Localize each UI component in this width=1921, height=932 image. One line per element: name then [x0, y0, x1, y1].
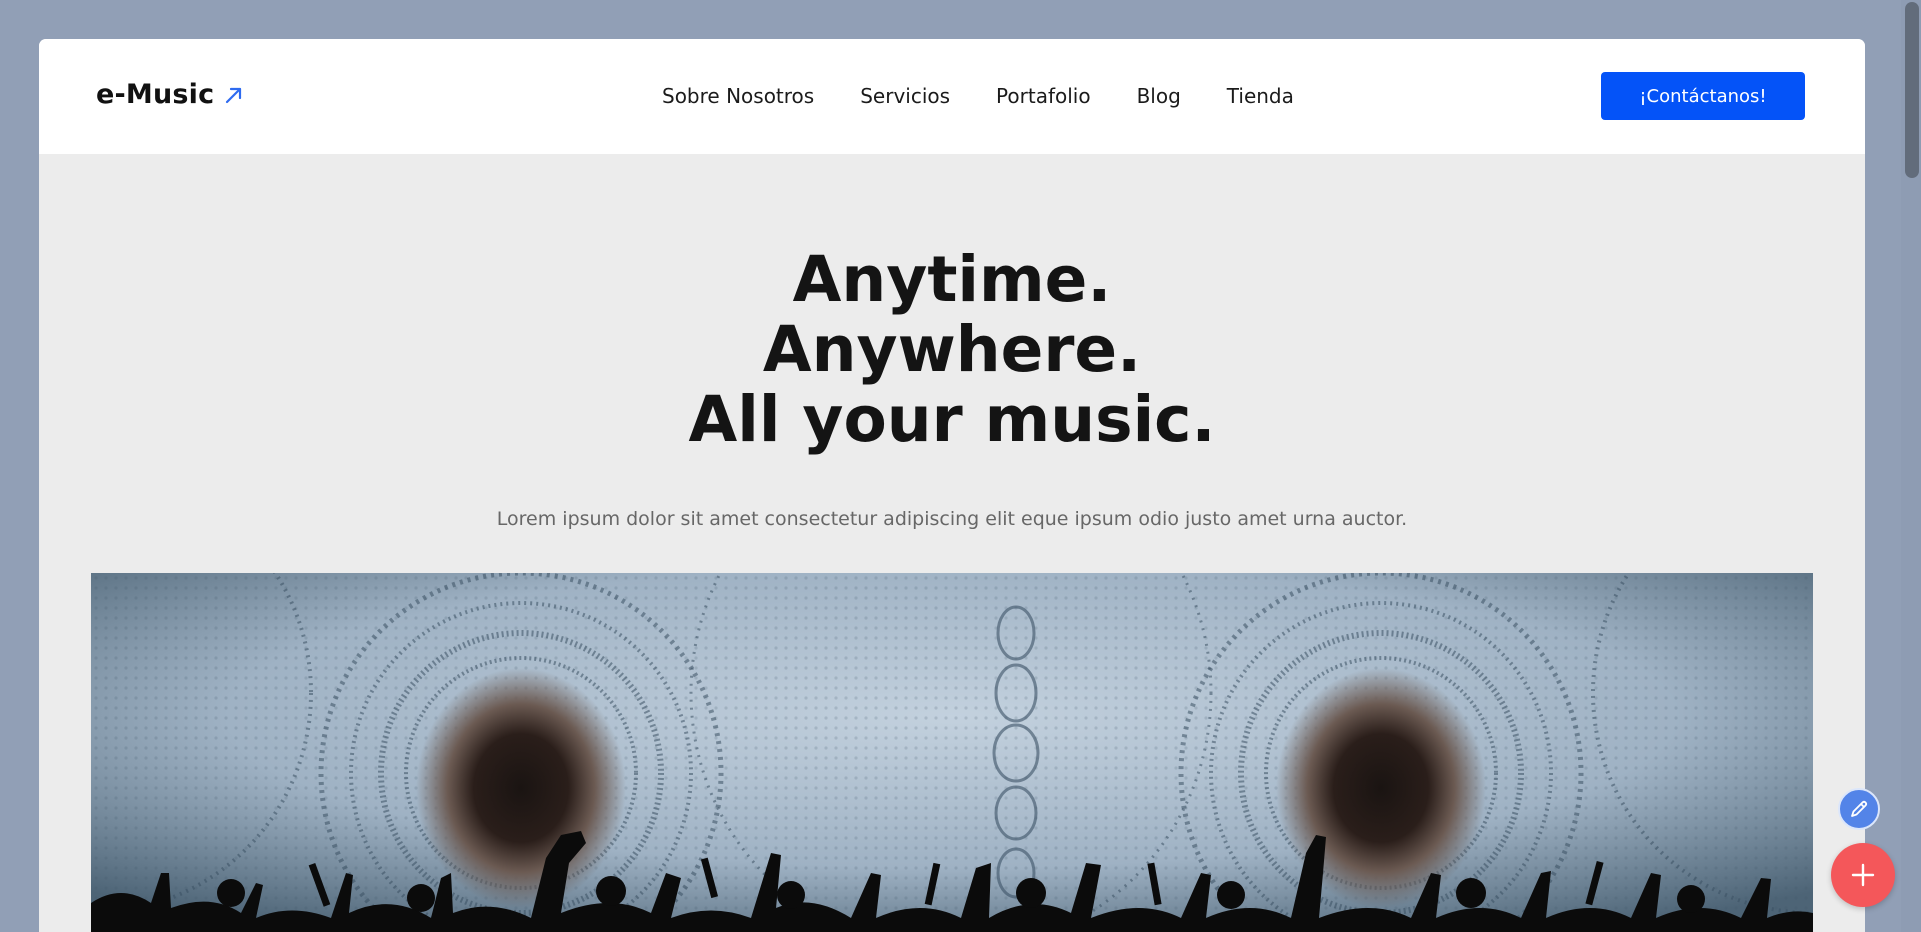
scrollbar-thumb[interactable]	[1905, 2, 1919, 178]
site-header: e-Music Sobre Nosotros Servicios Portafo…	[39, 39, 1865, 154]
nav-item-sobre-nosotros[interactable]: Sobre Nosotros	[662, 84, 814, 108]
main-nav: Sobre Nosotros Servicios Portafolio Blog…	[662, 84, 1294, 108]
logo-text: e-Music	[96, 79, 215, 110]
add-button[interactable]	[1831, 843, 1895, 907]
arrow-up-right-icon	[226, 87, 242, 103]
hero-subtitle: Lorem ipsum dolor sit amet consectetur a…	[496, 508, 1408, 530]
hero-title-line: Anywhere.	[762, 313, 1142, 386]
hero-title-line: Anytime.	[792, 243, 1112, 316]
hero-title: Anytime. Anywhere. All your music.	[39, 245, 1865, 455]
logo[interactable]: e-Music	[96, 79, 244, 110]
concert-crowd-image	[91, 573, 1813, 932]
pencil-icon	[1851, 800, 1868, 817]
plus-icon	[1851, 863, 1875, 887]
nav-item-blog[interactable]: Blog	[1137, 84, 1181, 108]
edit-button[interactable]	[1838, 788, 1880, 830]
nav-item-portafolio[interactable]: Portafolio	[996, 84, 1091, 108]
hero-image-concert	[91, 573, 1813, 932]
page-scrollbar[interactable]	[1901, 0, 1921, 932]
contact-button[interactable]: ¡Contáctanos!	[1601, 72, 1805, 120]
nav-item-servicios[interactable]: Servicios	[860, 84, 950, 108]
nav-item-tienda[interactable]: Tienda	[1227, 84, 1294, 108]
page-card: e-Music Sobre Nosotros Servicios Portafo…	[39, 39, 1865, 932]
hero-title-line: All your music.	[688, 383, 1216, 456]
